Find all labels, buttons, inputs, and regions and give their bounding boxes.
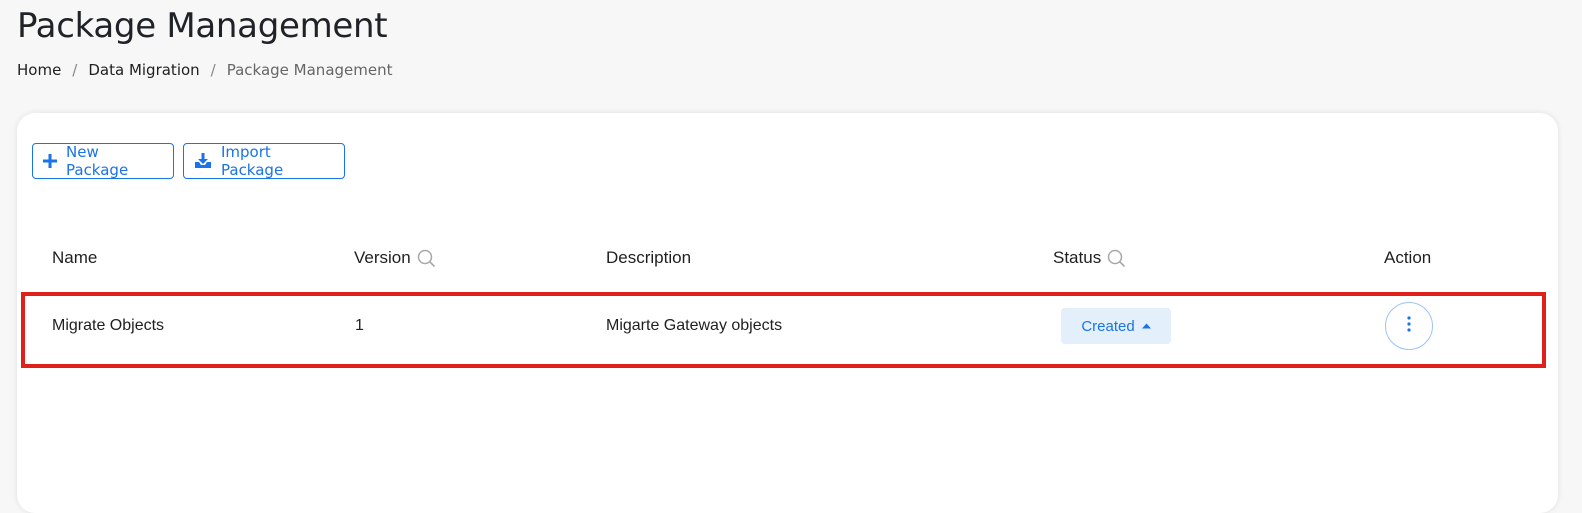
package-list-card: New Package Import Package Name Version … xyxy=(17,113,1558,513)
column-header-label: Action xyxy=(1384,248,1432,267)
column-header-label: Description xyxy=(606,248,692,267)
status-label: Created xyxy=(1081,317,1135,335)
column-header-label: Version xyxy=(354,248,411,267)
breadcrumb: Home / Data Migration / Package Manageme… xyxy=(17,61,393,79)
column-header-description: Description xyxy=(606,248,691,268)
row-version-cell: 1 xyxy=(355,317,364,334)
status-dropdown[interactable]: Created xyxy=(1061,308,1171,344)
import-package-label: Import Package xyxy=(221,143,284,179)
column-header-label: Name xyxy=(52,248,98,267)
table-row-highlight xyxy=(21,292,1546,368)
row-name-cell: Migrate Objects xyxy=(52,317,165,334)
search-icon[interactable] xyxy=(417,249,436,268)
breadcrumb-data-migration[interactable]: Data Migration xyxy=(88,61,199,79)
row-actions-button[interactable] xyxy=(1385,302,1433,350)
caret-up-icon xyxy=(1141,323,1151,329)
download-icon xyxy=(194,153,212,169)
plus-icon xyxy=(43,154,57,168)
column-header-name: Name xyxy=(52,248,97,268)
breadcrumb-separator: / xyxy=(210,61,216,79)
column-header-label: Status xyxy=(1053,248,1102,267)
row-description-cell: Migarte Gateway objects xyxy=(606,317,783,334)
new-package-label: New Package xyxy=(66,143,129,179)
import-package-button[interactable]: Import Package xyxy=(183,143,345,179)
column-header-version: Version xyxy=(354,248,436,268)
breadcrumb-separator: / xyxy=(72,61,78,79)
page-title: Package Management xyxy=(17,6,388,46)
new-package-button[interactable]: New Package xyxy=(32,143,174,179)
search-icon[interactable] xyxy=(1107,249,1126,268)
breadcrumb-home[interactable]: Home xyxy=(17,61,61,79)
more-vertical-icon xyxy=(1407,315,1411,337)
column-header-action: Action xyxy=(1384,248,1431,268)
column-header-status: Status xyxy=(1053,248,1126,268)
breadcrumb-current-page: Package Management xyxy=(226,61,393,79)
